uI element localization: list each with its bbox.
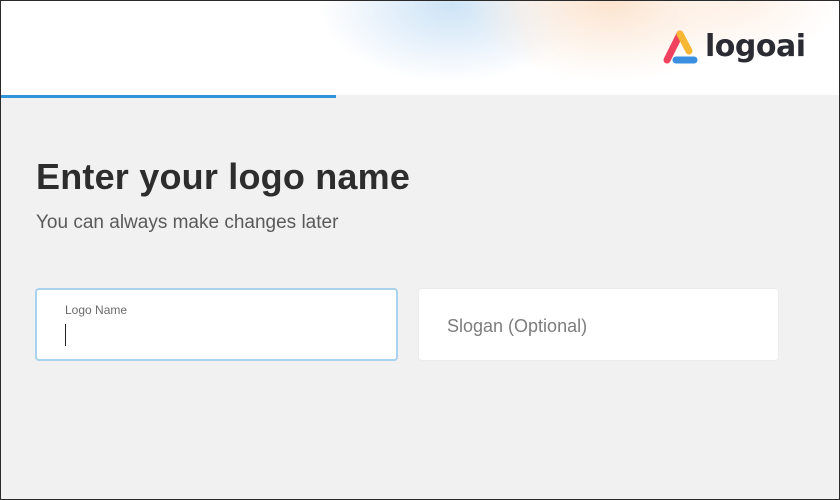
progress-bar [1,95,839,98]
slogan-field[interactable] [418,288,779,361]
top-header: logoai [1,1,839,95]
slogan-input[interactable] [447,313,747,339]
page-frame: logoai Enter your logo name You can alwa… [0,0,840,500]
logoai-mark-icon [663,30,698,64]
logo-name-field[interactable]: Logo Name [35,288,398,361]
brand-name: logoai [705,29,806,64]
page-title: Enter your logo name [36,156,411,197]
main-content: Enter your logo name You can always make… [36,151,410,236]
logo-mark-yellow-stroke [676,30,693,55]
logo-name-label: Logo Name [65,303,128,317]
logo-name-input[interactable] [63,322,373,346]
progress-bar-fill [1,95,336,98]
text-caret [65,324,66,346]
brand-logo[interactable]: logoai [659,25,806,69]
page-subtitle: You can always make changes later [36,212,339,233]
logo-mark-red-stroke [663,30,684,64]
